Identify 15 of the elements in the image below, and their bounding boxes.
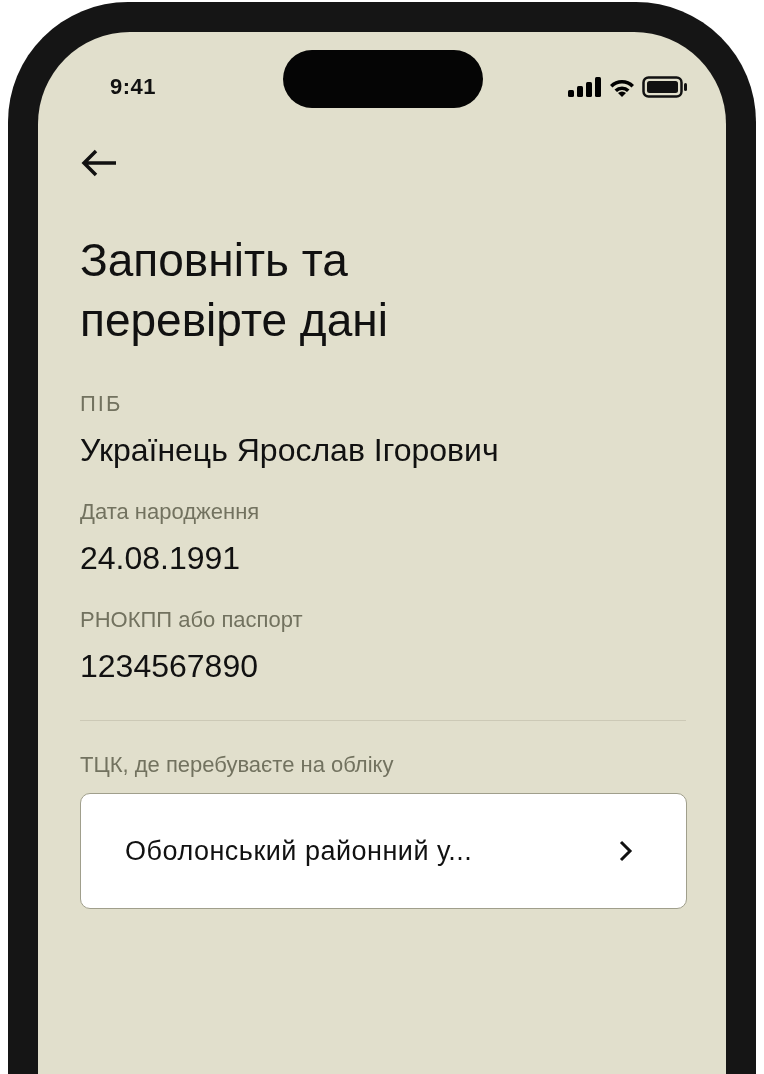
field-label: ТЦК, де перебуваєте на обліку: [80, 751, 394, 779]
back-arrow-icon[interactable]: [80, 148, 118, 178]
wifi-icon: [608, 77, 636, 97]
battery-icon: [642, 76, 688, 98]
signal-icon: [568, 77, 602, 97]
field-label: ПІБ: [80, 390, 123, 418]
field-value: 1234567890: [80, 647, 258, 686]
chevron-right-icon: [618, 839, 634, 863]
field-value: 24.08.1991: [80, 539, 241, 578]
page-title: Заповніть та перевірте дані: [80, 233, 389, 348]
field-value: Українець Ярослав Ігорович: [80, 431, 499, 470]
tck-select[interactable]: Оболонський районний у...: [80, 793, 687, 909]
status-time: 9:41: [110, 74, 157, 100]
field-label: РНОКПП або паспорт: [80, 606, 303, 634]
field-label: Дата народження: [80, 498, 260, 526]
